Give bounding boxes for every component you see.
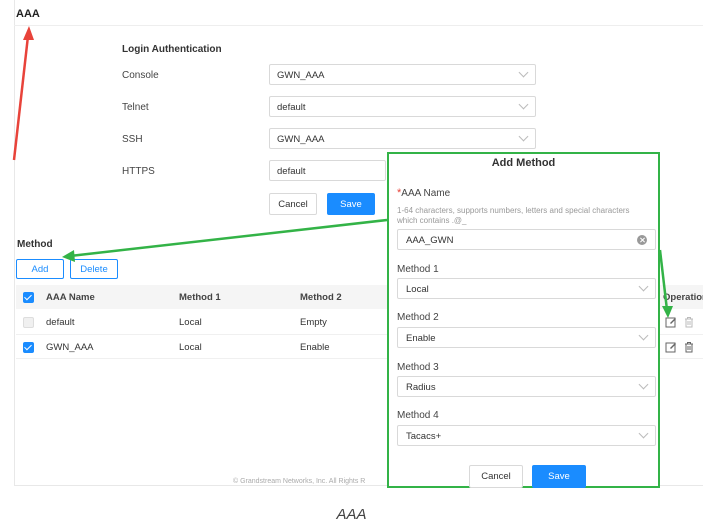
figure-caption: AAA — [336, 506, 367, 523]
red-arrow-line — [12, 35, 30, 161]
green-arrow-line-2 — [658, 249, 669, 311]
green-arrow-line — [69, 218, 388, 258]
annotation-arrows — [12, 26, 673, 318]
red-arrow-head — [23, 26, 34, 40]
green-arrow-head — [62, 250, 75, 262]
green-arrow-head-2 — [662, 306, 673, 318]
